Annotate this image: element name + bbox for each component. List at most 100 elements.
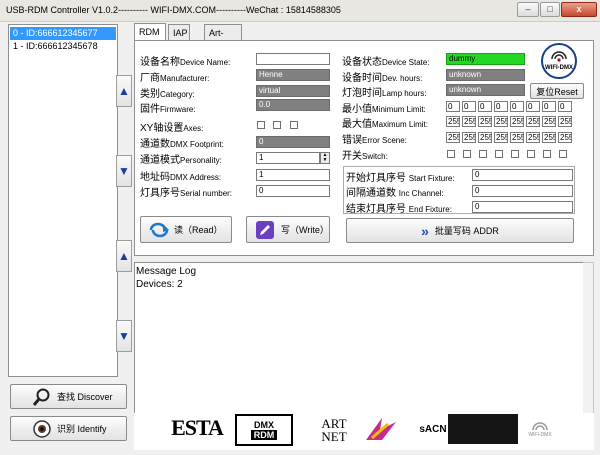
batch-write-label: 批量写码 ADDR (434, 226, 499, 236)
firmware-label: 固件Firmware: (140, 104, 196, 115)
magnifier-icon (32, 388, 50, 406)
xy-axes-label: XY轴设置Axes: (140, 123, 204, 134)
dmx-logo-text: DMX (254, 420, 274, 430)
wifi-dmx-logo-text: WIFI-DMX (545, 65, 573, 71)
discover-button[interactable]: 查找 Discover (10, 384, 127, 409)
title-bar: USB-RDM Controller V1.0.2---------- WIFI… (0, 0, 600, 22)
inc-channel-field[interactable]: 0 (472, 185, 573, 197)
device-name-field[interactable] (256, 53, 330, 65)
artnet-logo: ART NET (316, 414, 352, 446)
min-limit-cell[interactable]: 0 (510, 101, 524, 112)
max-limit-cell[interactable]: 255 (446, 116, 460, 127)
error-scene-cell[interactable]: 255 (478, 132, 492, 143)
write-button[interactable]: 写（Write） (246, 216, 330, 243)
arrow-down-icon: ▼ (118, 329, 130, 343)
window-title: USB-RDM Controller V1.0.2---------- WIFI… (6, 5, 341, 15)
switch-label: 开关Switch: (342, 151, 388, 162)
end-fixture-field[interactable]: 0 (472, 201, 573, 213)
error-scene-cell[interactable]: 255 (494, 132, 508, 143)
personality-spinner[interactable]: ▲ ▼ (320, 152, 330, 164)
tab-iap[interactable]: IAP (168, 24, 190, 41)
error-scene-cell[interactable]: 255 (462, 132, 476, 143)
wifi-small-icon (532, 422, 548, 431)
min-limit-cell[interactable]: 0 (462, 101, 476, 112)
maximize-button[interactable]: □ (540, 2, 560, 17)
max-limit-cell[interactable]: 255 (510, 116, 524, 127)
double-chevron-right-icon: » (421, 222, 429, 239)
max-limit-cell[interactable]: 255 (526, 116, 540, 127)
log-line: Devices: 2 (136, 279, 183, 290)
error-scene-cell[interactable]: 255 (542, 132, 556, 143)
switch-checkbox[interactable] (511, 150, 519, 158)
tab-strip: RDM IAP Art-Net (134, 23, 594, 54)
wifi-dmx-logo: WIFI-DMX (541, 43, 577, 79)
tab-rdm[interactable]: RDM (134, 23, 166, 41)
batch-write-button[interactable]: » 批量写码 ADDR (346, 218, 574, 243)
move-down-button[interactable]: ▼ (116, 155, 132, 187)
personality-label: 通道模式Personality: (140, 155, 222, 166)
max-limit-cell[interactable]: 255 (478, 116, 492, 127)
axes-checkbox-3[interactable] (290, 121, 298, 129)
lightning-logo (362, 414, 402, 444)
log-up-button[interactable]: ▲ (116, 240, 132, 272)
eye-icon (33, 419, 51, 438)
manufacturer-field: Henne (256, 69, 330, 81)
min-limit-cell[interactable]: 0 (542, 101, 556, 112)
switch-checkbox[interactable] (543, 150, 551, 158)
identify-button[interactable]: 识别 Identify (10, 416, 127, 441)
log-down-button[interactable]: ▼ (116, 320, 132, 352)
dev-hours-label: 设备时间Dev. hours: (342, 73, 423, 84)
error-scene-label: 错误Error Scene: (342, 135, 407, 146)
rdm-logo-text: RDM (250, 430, 278, 440)
switch-checkbox[interactable] (559, 150, 567, 158)
switch-checkbox[interactable] (495, 150, 503, 158)
arrow-up-icon: ▲ (118, 249, 130, 263)
axes-checkbox-1[interactable] (257, 121, 265, 129)
min-limit-cell[interactable]: 0 (446, 101, 460, 112)
device-state-field: dummy (446, 53, 525, 65)
switch-checkbox[interactable] (527, 150, 535, 158)
lamp-hours-label: 灯泡时间Lamp hours: (342, 88, 427, 99)
device-item-1[interactable]: 1 - ID:666612345678 (10, 40, 116, 53)
dmx-rdm-logo: DMX RDM (235, 414, 293, 446)
minimize-button[interactable]: – (517, 2, 539, 17)
end-fixture-label: 结束灯具序号 End Fixture: (346, 204, 452, 215)
personality-field[interactable]: 1 (256, 152, 320, 164)
wifi-icon (551, 51, 567, 62)
max-limit-cell[interactable]: 255 (558, 116, 572, 127)
manufacturer-label: 厂商Manufacturer: (140, 73, 210, 84)
close-button[interactable]: x (561, 2, 597, 17)
device-item-0[interactable]: 0 - ID:666612345677 (10, 27, 116, 40)
serial-number-field[interactable]: 0 (256, 185, 330, 197)
error-scene-cell[interactable]: 255 (526, 132, 540, 143)
start-fixture-field[interactable]: 0 (472, 169, 573, 181)
error-scene-cell[interactable]: 255 (446, 132, 460, 143)
switch-checkbox[interactable] (479, 150, 487, 158)
sacn-logo: sACN (419, 423, 447, 435)
read-button[interactable]: 读（Read） (140, 216, 232, 243)
max-limit-cell[interactable]: 255 (462, 116, 476, 127)
move-up-button[interactable]: ▲ (116, 75, 132, 107)
device-list[interactable]: 0 - ID:666612345677 1 - ID:666612345678 (8, 24, 118, 377)
switch-checkbox[interactable] (447, 150, 455, 158)
min-limit-cell[interactable]: 0 (478, 101, 492, 112)
artnet-logo-text: NET (321, 429, 347, 444)
dmx-address-field[interactable]: 1 (256, 169, 330, 181)
category-field: virtual (256, 85, 330, 97)
tab-artnet[interactable]: Art-Net (204, 24, 242, 54)
axes-checkbox-2[interactable] (273, 121, 281, 129)
reset-button[interactable]: 复位Reset (530, 83, 584, 99)
esta-logo: ESTA (171, 415, 224, 440)
wifi-dmx-small-logo: WIFI-DMX (518, 414, 562, 444)
max-limit-cell[interactable]: 255 (494, 116, 508, 127)
min-limit-cell[interactable]: 0 (526, 101, 540, 112)
category-label: 类别Category: (140, 89, 195, 100)
write-label: 写（Write） (281, 225, 329, 235)
min-limit-cell[interactable]: 0 (494, 101, 508, 112)
error-scene-cell[interactable]: 255 (558, 132, 572, 143)
max-limit-cell[interactable]: 255 (542, 116, 556, 127)
min-limit-cell[interactable]: 0 (558, 101, 572, 112)
lamp-hours-field: unknown (446, 84, 525, 96)
switch-checkbox[interactable] (463, 150, 471, 158)
error-scene-cell[interactable]: 255 (510, 132, 524, 143)
